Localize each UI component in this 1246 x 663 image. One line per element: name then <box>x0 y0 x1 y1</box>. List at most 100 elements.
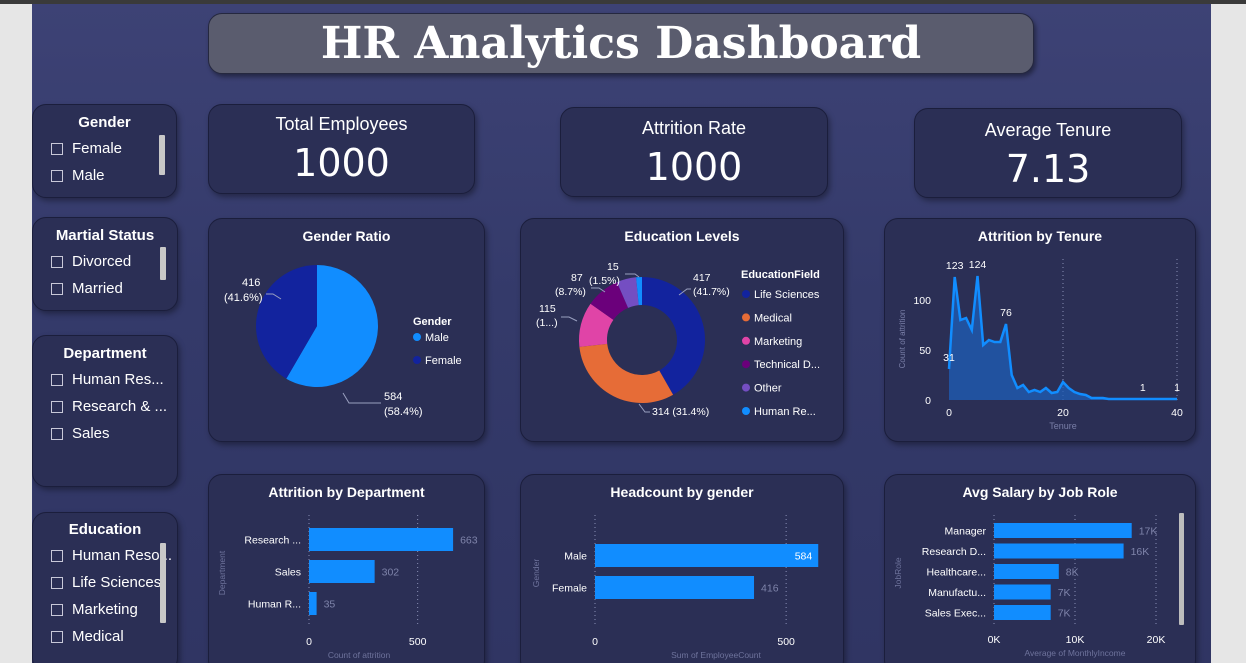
data-label: 416 <box>761 583 779 595</box>
slicer-option-research[interactable]: Research & ... <box>51 398 167 415</box>
checkbox-icon[interactable] <box>51 576 63 589</box>
data-label: 302 <box>382 567 400 579</box>
data-label: 76 <box>1000 307 1012 319</box>
kpi-value: 1000 <box>293 141 390 185</box>
y-tick-label: 50 <box>919 345 931 357</box>
headcount-by-gender-bars[interactable]: 0 500 Male 584 Female 416 Sum of EmployeeCount… <box>521 475 845 663</box>
legend-title: EducationField <box>741 269 820 281</box>
education-levels-donut[interactable]: 417 (41.7%) 314 (31.4%) 115 (1...) 87 (8.7%) 15… <box>521 219 845 443</box>
slicer-option-life-sciences[interactable]: Life Sciences <box>51 574 161 591</box>
chart-scrollbar[interactable] <box>1179 513 1184 625</box>
checkbox-icon[interactable] <box>51 549 63 562</box>
x-tick-label: 0 <box>946 407 952 419</box>
avg-salary-by-job-role-bars[interactable]: 0K 10K 20K Manager 17K Research D... 16K Health… <box>885 475 1197 663</box>
legend-title: Gender <box>413 316 452 328</box>
legend-marker <box>413 356 421 364</box>
chart-attrition-by-tenure[interactable]: Attrition by Tenure 0 50 100 0 20 40 Tenure Cou… <box>884 218 1196 442</box>
slicer-scrollbar[interactable] <box>159 135 165 175</box>
bar <box>994 605 1051 620</box>
legend-marker <box>742 313 750 322</box>
attrition-by-tenure-area[interactable]: 0 50 100 0 20 40 Tenure Count of attrition 31 123… <box>885 219 1197 443</box>
legend-marker <box>742 383 750 392</box>
x-axis-title: Sum of EmployeeCount <box>671 650 761 660</box>
checkbox-icon[interactable] <box>51 400 63 413</box>
slicer-option-male[interactable]: Male <box>51 167 105 184</box>
legend-item: Medical <box>754 312 792 324</box>
data-label: 663 <box>460 535 478 547</box>
y-tick-label: 100 <box>913 295 931 307</box>
checkbox-icon[interactable] <box>51 282 63 295</box>
gender-ratio-pie[interactable]: 584 (58.4%) 416 (41.6%) Gender Male Female <box>209 219 486 443</box>
checkbox-icon[interactable] <box>51 373 63 386</box>
legend-item: Technical D... <box>754 359 820 371</box>
data-label: 115 <box>539 303 556 315</box>
leader-line <box>625 273 640 278</box>
leader-line <box>342 392 381 404</box>
dashboard-canvas: HR Analytics Dashboard Gender Female Mal… <box>32 4 1211 663</box>
kpi-label: Average Tenure <box>984 120 1112 140</box>
x-tick-label: 10K <box>1066 634 1085 646</box>
checkbox-icon[interactable] <box>51 142 63 155</box>
kpi-label: Attrition Rate <box>641 118 747 138</box>
leader-line <box>638 403 650 413</box>
slicer-marital-status: Martial Status Divorced Married <box>32 217 178 311</box>
checkbox-icon[interactable] <box>51 169 63 182</box>
slicer-option-medical[interactable]: Medical <box>51 628 124 645</box>
chart-headcount-by-gender[interactable]: Headcount by gender 0 500 Male 584 Female 416… <box>520 474 844 663</box>
x-tick-label: 20 <box>1057 407 1069 419</box>
category-label: Healthcare... <box>926 567 986 579</box>
data-label: 15 <box>607 261 619 273</box>
legend-item: Female <box>425 355 462 367</box>
slicer-option-female[interactable]: Female <box>51 140 122 157</box>
data-label: 7K <box>1058 587 1071 599</box>
chart-gender-ratio[interactable]: Gender Ratio 584 (58.4%) 416 (41.6%) Gender M… <box>208 218 485 442</box>
kpi-value: 1000 <box>645 145 743 189</box>
x-tick-label: 0 <box>592 636 598 648</box>
y-tick-label: 0 <box>925 395 931 407</box>
chart-avg-salary-by-job-role[interactable]: Avg Salary by Job Role 0K 10K 20K Manager 17… <box>884 474 1196 663</box>
slicer-option-divorced[interactable]: Divorced <box>51 253 131 270</box>
chart-education-levels[interactable]: Education Levels 417 (41.7%) 314 (31.4%) 11… <box>520 218 844 442</box>
legend-item: Marketing <box>754 336 802 348</box>
slicer-scrollbar[interactable] <box>160 543 166 623</box>
data-label: 31 <box>943 352 955 364</box>
checkbox-icon[interactable] <box>51 427 63 440</box>
legend-item: Other <box>754 383 782 395</box>
category-label: Sales <box>275 567 301 579</box>
data-label: (1.5%) <box>589 275 620 287</box>
category-label: Manager <box>945 526 987 538</box>
data-label: 8K <box>1066 567 1079 579</box>
slicer-option-married[interactable]: Married <box>51 280 123 297</box>
data-label: 416 <box>242 277 260 289</box>
y-axis-title: Department <box>217 550 227 595</box>
slicer-option-sales[interactable]: Sales <box>51 425 110 442</box>
slicer-scrollbar[interactable] <box>160 247 166 280</box>
attrition-by-department-bars[interactable]: 0 500 Research ... 663 Sales 302 Human R... 35 C… <box>209 475 486 663</box>
legend-marker <box>742 290 750 298</box>
y-axis-title: JobRole <box>893 557 903 588</box>
x-tick-label: 40 <box>1171 407 1183 419</box>
data-label: 87 <box>571 272 583 284</box>
data-label: (1...) <box>536 317 558 329</box>
bar <box>994 584 1051 600</box>
bar <box>309 560 375 583</box>
checkbox-icon[interactable] <box>51 255 63 268</box>
slicer-option-human-resources[interactable]: Human Res... <box>51 371 164 388</box>
data-label: 124 <box>969 259 987 271</box>
x-tick-label: 20K <box>1147 634 1166 646</box>
x-axis-title: Count of attrition <box>328 650 391 660</box>
chart-attrition-by-department[interactable]: Attrition by Department 0 500 Research ...… <box>208 474 485 663</box>
slicer-option-marketing[interactable]: Marketing <box>51 601 138 618</box>
leader-line <box>561 316 578 322</box>
category-label: Female <box>552 583 587 595</box>
checkbox-icon[interactable] <box>51 630 63 643</box>
checkbox-icon[interactable] <box>51 603 63 616</box>
data-label: 16K <box>1131 546 1150 558</box>
slicer-option-human-resources[interactable]: Human Reso... <box>51 547 172 564</box>
data-label: (8.7%) <box>555 286 586 298</box>
kpi-total-employees: Total Employees 1000 <box>208 104 475 194</box>
x-axis-title: Average of MonthlyIncome <box>1025 648 1126 658</box>
legend-item: Life Sciences <box>754 289 820 301</box>
bar <box>309 528 454 551</box>
title-banner: HR Analytics Dashboard <box>208 13 1034 74</box>
